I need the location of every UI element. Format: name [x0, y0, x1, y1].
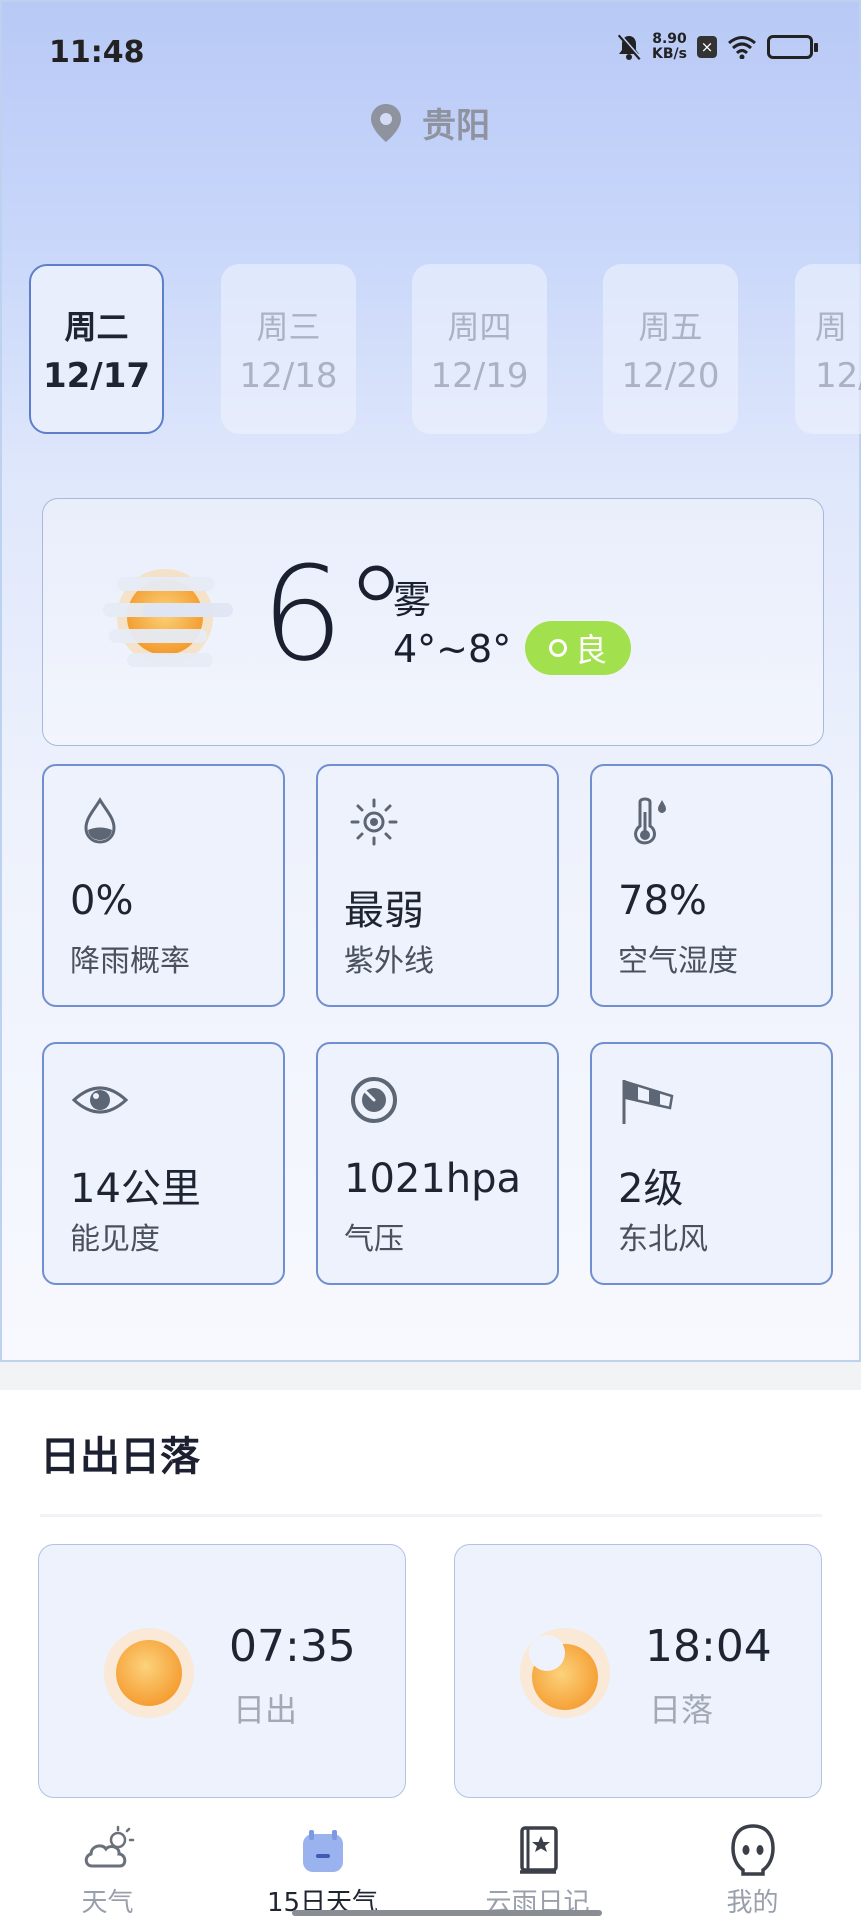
section-divider	[0, 1362, 861, 1390]
aqi-dot-icon	[548, 639, 567, 657]
weather-condition: 雾	[393, 578, 432, 622]
sunset-label: 日落	[649, 1691, 714, 1729]
metric-humidity[interactable]: 78% 空气湿度	[590, 764, 833, 1007]
aqi-badge[interactable]: 良	[525, 621, 631, 675]
nav-label: 我的	[726, 1888, 779, 1918]
sunrise-sun-icon	[104, 1628, 194, 1718]
network-speed-value: 8.90	[652, 31, 687, 47]
day-tab-weekday: 周二	[64, 308, 129, 346]
current-weather-card: 6° 雾 4°~8° 良	[42, 498, 824, 746]
metric-visibility[interactable]: 14公里 能见度	[42, 1042, 285, 1285]
network-speed: 8.90 KB/s	[652, 32, 687, 62]
cloud-sun-icon	[84, 1825, 134, 1868]
day-tab-weekday: 周三	[256, 308, 321, 346]
sunrise-time: 07:35	[229, 1621, 356, 1672]
metric-pressure[interactable]: 1021hpa 气压	[316, 1042, 559, 1285]
status-time: 11:48	[49, 35, 145, 70]
sunset-time: 18:04	[645, 1621, 772, 1672]
raindrop-icon	[84, 797, 116, 844]
metric-value: 14公里	[70, 1166, 201, 1212]
day-tab-next[interactable]: 周 12/	[795, 264, 861, 434]
metric-value: 2级	[618, 1166, 684, 1212]
sim-x-icon: ×	[697, 36, 717, 58]
metric-wind[interactable]: 2级 东北风	[590, 1042, 833, 1285]
city-name: 贵阳	[422, 106, 490, 146]
status-bar: 11:48 8.90 KB/s ×	[2, 2, 861, 102]
metric-value: 1021hpa	[344, 1156, 522, 1202]
metric-label: 空气湿度	[618, 944, 738, 979]
metric-label: 气压	[344, 1222, 404, 1257]
wifi-icon	[728, 36, 756, 59]
metric-uv[interactable]: 最弱 紫外线	[316, 764, 559, 1007]
home-indicator[interactable]	[292, 1910, 602, 1916]
metric-label: 紫外线	[344, 944, 434, 979]
current-temperature: 6°	[261, 538, 409, 690]
day-tab-date: 12/	[815, 356, 861, 396]
day-tab-date: 12/20	[621, 356, 720, 396]
sun-section-title: 日出日落	[40, 1434, 200, 1480]
day-tab-weekday: 周四	[447, 308, 512, 346]
eye-icon	[71, 1086, 129, 1114]
metric-label: 能见度	[70, 1222, 160, 1257]
location-pin-icon	[371, 103, 401, 142]
day-tab-date: 12/17	[42, 356, 151, 396]
day-tab-date: 12/18	[239, 356, 338, 396]
status-icons: 8.90 KB/s ×	[616, 32, 818, 62]
day-tab-date: 12/19	[430, 356, 529, 396]
sunrise-card: 07:35 日出	[38, 1544, 406, 1798]
day-tab-1220[interactable]: 周五 12/20	[603, 264, 738, 434]
day-tab-1217[interactable]: 周二 12/17	[29, 264, 164, 434]
nav-profile[interactable]: 我的	[645, 1808, 860, 1920]
nav-label: 天气	[81, 1888, 134, 1918]
metric-value: 最弱	[344, 888, 424, 934]
sunrise-label: 日出	[233, 1691, 298, 1729]
windsock-icon	[622, 1080, 674, 1124]
day-tabs: 周二 12/17 周三 12/18 周四 12/19 周五 12/20 周 12…	[2, 264, 861, 434]
calendar-icon	[302, 1830, 343, 1872]
day-tab-weekday: 周	[815, 308, 848, 346]
metric-label: 降雨概率	[70, 944, 190, 979]
battery-icon	[767, 35, 818, 59]
metric-value: 78%	[618, 878, 707, 924]
metric-rain-probability[interactable]: 0% 降雨概率	[42, 764, 285, 1007]
diary-book-icon	[519, 1826, 558, 1874]
metric-value: 0%	[70, 878, 134, 924]
temperature-range: 4°~8°	[393, 627, 512, 671]
bottom-nav: 天气 15日天气 云雨日记 我的	[0, 1808, 861, 1920]
nav-diary[interactable]: 云雨日记	[430, 1808, 645, 1920]
metric-label: 东北风	[618, 1222, 708, 1257]
gauge-icon	[351, 1077, 397, 1123]
nav-15day[interactable]: 15日天气	[215, 1808, 430, 1920]
network-speed-unit: KB/s	[652, 46, 687, 62]
aqi-label: 良	[574, 631, 607, 669]
day-tab-weekday: 周五	[638, 308, 703, 346]
weather-panel: 11:48 8.90 KB/s × 贵阳 周二 12/17 周三 12/18 周…	[0, 0, 861, 1362]
location[interactable]: 贵阳	[368, 98, 490, 147]
mute-bell-icon	[617, 33, 642, 60]
sunset-moon-icon	[520, 1628, 610, 1718]
thermometer-icon	[634, 797, 666, 845]
day-tab-1218[interactable]: 周三 12/18	[221, 264, 356, 434]
day-tab-1219[interactable]: 周四 12/19	[412, 264, 547, 434]
fog-sun-icon	[103, 569, 233, 667]
sunset-card: 18:04 日落	[454, 1544, 822, 1798]
sun-uv-icon	[350, 798, 398, 846]
nav-weather[interactable]: 天气	[0, 1808, 215, 1920]
profile-face-icon	[730, 1824, 775, 1876]
section-rule	[40, 1514, 822, 1517]
